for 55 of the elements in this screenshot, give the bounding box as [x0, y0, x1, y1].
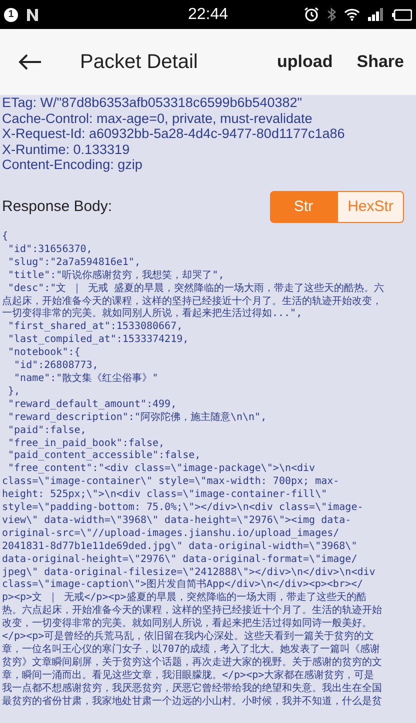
share-button[interactable]: Share — [356, 49, 404, 75]
code-line: data-original-height=\"2976\" data-original-format=\"image/ — [2, 554, 358, 567]
code-line: jpeg\" data-original-filesize=\"2412888\"></div>\n</div>\n<div — [2, 566, 376, 578]
back-arrow-icon — [18, 54, 42, 70]
code-line: "name":"散文集《红尘俗事》" — [13, 372, 160, 386]
code-line: "paid":false, — [7, 424, 88, 438]
header-line: X-Runtime: 0.133319 — [2, 142, 131, 157]
code-line: "paid_content_accessible":false, — [7, 450, 202, 463]
code-line: }, — [7, 386, 22, 399]
code-line: "reward_default_amount":499, — [7, 398, 178, 412]
notification-badge: 1 — [4, 8, 18, 22]
code-line: 章，瞬间一涌而出。看见这些文章，我泪眼朦胧。</p><p>大家都在感谢贫穷，可是 — [2, 670, 376, 682]
section-label: Response Body: — [2, 196, 112, 216]
code-line: 热。六点起床，开始准备今天的课程，这样的坚持已经接近十个月了。生活的轨迹开始 — [2, 605, 383, 618]
header-line: X-Request-Id: a60932bb-5a28-4d4c-9477-80d1177c1a86 — [2, 126, 346, 142]
code-line: "title":"听说你感谢贫穷，我想笑，却哭了", — [7, 270, 226, 282]
code-line: 改变，一切变得非常的完美。就如同别人所说，看起来把生活过得如同诗一般美好。 — [2, 618, 373, 630]
code-line: "desc":"文 ｜ 无戒 盛夏的早晨，突然降临的一场大雨，带走了这些天的酷热。六 — [7, 282, 386, 296]
clock-time: 22:44 — [188, 4, 228, 24]
battery-icon — [392, 8, 412, 20]
code-line: "id":31656370, — [7, 244, 94, 257]
code-line: 一切变得非常的完美。就如同别人所说，看起来把生活过得如...", — [2, 308, 304, 321]
code-line: view\" data-width=\"3968\" data-height=\"2976\"><img data- — [2, 514, 352, 528]
code-line: "reward_description":"阿弥陀佛，施主随意\n\n", — [7, 412, 268, 425]
code-line: "free_content":"<div class=\"image-package\">\n<div — [7, 463, 316, 476]
code-line: class=\"image-container\" style=\"max-width: 700px; max- — [2, 476, 340, 489]
code-line: "first_shared_at":1533080667, — [7, 321, 184, 334]
alarm-icon — [304, 7, 319, 22]
code-line: { — [2, 231, 10, 244]
code-line: 章，一位名叫王心仪的寒门女子，以707的成绩，考入了北大。她发表了一篇叫《感谢 — [2, 644, 382, 656]
code-line: "id":26808773, — [13, 360, 100, 372]
code-line: "slug":"2a7a594816e1", — [7, 256, 142, 270]
code-line: </p><p>可是曾经的兵荒马乱，依旧留在我内心深处。这些天看到一篇关于贫穷的文 — [2, 631, 376, 644]
code-line: class=\"image-caption\">图片发自简书App</div>\n</div><p><br></ — [2, 579, 364, 592]
code-line: height: 525px;\">\n<div class=\"image-container-fill\" — [2, 489, 328, 502]
bluetooth-icon — [326, 7, 336, 22]
code-line: "notebook":{ — [7, 347, 82, 360]
header-line: ETag: W/"87d8b6353afb053318c6599b6b540382" — [2, 95, 304, 110]
upload-button[interactable]: upload — [277, 49, 333, 75]
code-line: 我一点都不想感谢贫穷，我厌恶贫穷，厌恶它曾经带给我的绝望和失意。我出生在全国 — [2, 682, 383, 696]
code-line: style=\"padding-bottom: 75.0%;\"></div>\n<div class=\"image- — [2, 502, 364, 515]
code-line: p><p>文 ｜ 无戒</p><p>盛夏的早晨，突然降临的一场大雨，带走了这些天的酷 — [2, 592, 368, 604]
code-line: 2041831-8d77b1e11de69ded.jpg\" data-original-width=\"3968\" — [2, 540, 358, 554]
page-title: Packet Detail — [80, 50, 198, 75]
header-line: Content-Encoding: gzip — [2, 157, 144, 172]
wifi-icon — [344, 8, 360, 21]
code-line: 最贫穷的省份甘肃，我家地处甘肃一个边远的小山村。小时候，我并不知道，什么是贫 — [2, 696, 383, 709]
code-line: "last_compiled_at":1533374219, — [7, 334, 190, 347]
code-line: original-src=\"//upload-images.jianshu.io/upload_images/ — [2, 528, 340, 541]
code-line: 贫穷》文章瞬间刷屏，关于贫穷这个话题，再次走进大家的视野。关于感谢的贫穷的文 — [2, 656, 383, 670]
code-line: 点起床，开始准备今天的课程，这样的坚持已经接近十个月了。生活的轨迹开始改变， — [2, 296, 383, 308]
code-line: "free_in_paid_book":false, — [7, 438, 166, 450]
app-icon — [26, 8, 39, 22]
signal-icon — [368, 8, 384, 21]
header-line: Cache-Control: max-age=0, private, must-revalidate — [2, 110, 314, 126]
